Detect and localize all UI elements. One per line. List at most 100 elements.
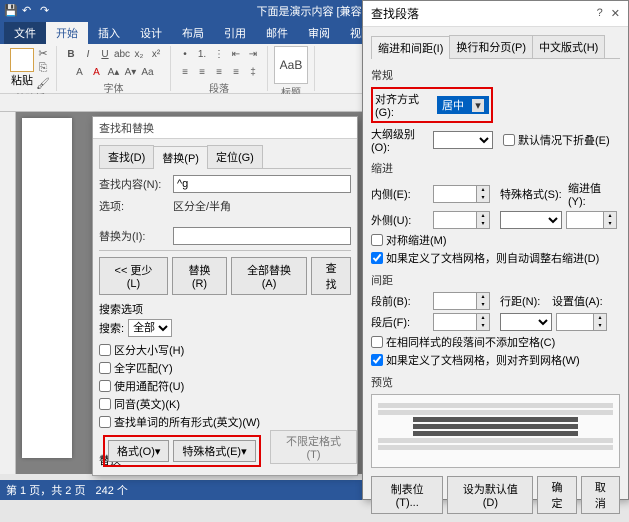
noformat-button: 不限定格式(T)	[270, 430, 357, 464]
help-icon[interactable]: ?	[597, 7, 603, 20]
bullets-button[interactable]: •	[177, 46, 193, 62]
tab-breaks[interactable]: 换行和分页(P)	[449, 35, 533, 58]
chk-wordforms[interactable]: 查找单词的所有形式(英文)(W)	[99, 414, 351, 430]
highlight-button[interactable]: A	[72, 64, 88, 80]
copy-icon[interactable]: ⎘	[36, 61, 50, 75]
ok-button[interactable]: 确定	[537, 476, 576, 514]
chk-snapgrid[interactable]: 如果定义了文档网格，则对齐到网格(W)	[371, 352, 620, 368]
document-page[interactable]	[22, 118, 72, 458]
findwhat-input[interactable]	[173, 175, 351, 193]
chk-case[interactable]: 区分大小写(H)	[99, 342, 351, 358]
clear-button[interactable]: Aa	[140, 64, 156, 80]
chk-autogrid[interactable]: 如果定义了文档网格，则自动调整右缩进(D)	[371, 250, 620, 266]
alignment-select[interactable]: 居中▾	[437, 96, 489, 114]
findnext-button[interactable]: 查找	[311, 257, 351, 295]
cut-icon[interactable]: ✂	[36, 46, 50, 60]
at-label: 设置值(A):	[552, 293, 606, 309]
strike-button[interactable]: abc	[114, 46, 130, 62]
close-icon[interactable]: ✕	[611, 7, 620, 20]
number-button[interactable]: 1.	[194, 46, 210, 62]
underline-button[interactable]: U	[97, 46, 113, 62]
italic-button[interactable]: I	[80, 46, 96, 62]
replacewith-input[interactable]	[173, 227, 351, 245]
tab-insert[interactable]: 插入	[88, 22, 130, 44]
status-words[interactable]: 242 个	[95, 482, 127, 498]
tab-file[interactable]: 文件	[4, 22, 46, 44]
tab-mail[interactable]: 邮件	[256, 22, 298, 44]
at-spin[interactable]: ▴▾	[556, 313, 607, 331]
alignr-button[interactable]: ≡	[211, 64, 227, 80]
findwhat-label: 查找内容(N):	[99, 176, 169, 192]
status-page[interactable]: 第 1 页，共 2 页	[6, 482, 85, 498]
by-spin[interactable]: ▴▾	[566, 211, 617, 229]
grow-button[interactable]: A▴	[106, 64, 122, 80]
tab-replace[interactable]: 替换(P)	[153, 146, 208, 169]
para-title: 查找段落	[371, 5, 419, 22]
tab-cjk[interactable]: 中文版式(H)	[532, 35, 605, 58]
shrink-button[interactable]: A▾	[123, 64, 139, 80]
indent-button[interactable]: ⇥	[245, 46, 261, 62]
tab-review[interactable]: 审阅	[298, 22, 340, 44]
tab-references[interactable]: 引用	[214, 22, 256, 44]
redo-icon[interactable]: ↷	[40, 4, 54, 18]
special-button[interactable]: 特殊格式(E)▾	[173, 440, 255, 462]
before-spin[interactable]: ▴▾	[433, 292, 490, 310]
less-button[interactable]: << 更少(L)	[99, 257, 168, 295]
chevron-down-icon: ▾	[472, 99, 484, 112]
indent-right-spin[interactable]: ▴▾	[433, 211, 490, 229]
undo-icon[interactable]: ↶	[22, 4, 36, 18]
dedent-button[interactable]: ⇤	[228, 46, 244, 62]
after-spin[interactable]: ▴▾	[433, 313, 490, 331]
paragraph-dialog: 查找段落 ? ✕ 缩进和间距(I) 换行和分页(P) 中文版式(H) 常规 对齐…	[362, 0, 629, 500]
default-button[interactable]: 设为默认值(D)	[447, 476, 533, 514]
indent-left-spin[interactable]: ▴▾	[433, 185, 490, 203]
style-heading[interactable]: AaB	[274, 46, 308, 84]
save-icon[interactable]: 💾	[4, 4, 18, 18]
group-paragraph: • 1. ⋮ ⇤ ⇥ ≡ ≡ ≡ ≡ ‡ 段落	[171, 46, 268, 91]
line-select[interactable]	[500, 313, 552, 331]
tabs-button[interactable]: 制表位(T)...	[371, 476, 443, 514]
tab-find[interactable]: 查找(D)	[99, 145, 154, 168]
tab-layout[interactable]: 布局	[172, 22, 214, 44]
tab-indent-spacing[interactable]: 缩进和间距(I)	[371, 36, 450, 59]
chk-whole[interactable]: 全字匹配(Y)	[99, 360, 351, 376]
outline-select[interactable]	[433, 131, 493, 149]
sup-button[interactable]: x²	[148, 46, 164, 62]
section-general: 常规	[371, 67, 620, 83]
paste-button[interactable]: 粘贴	[10, 48, 34, 88]
tab-home[interactable]: 开始	[46, 22, 88, 44]
search-label: 搜索:	[99, 320, 124, 336]
quickaccess[interactable]: 💾 ↶ ↷	[4, 4, 54, 18]
tab-goto[interactable]: 定位(G)	[207, 145, 263, 168]
special-label: 特殊格式(S):	[500, 186, 564, 202]
fontcolor-button[interactable]: A	[89, 64, 105, 80]
para-titlebar: 查找段落 ? ✕	[363, 1, 628, 27]
tab-design[interactable]: 设计	[130, 22, 172, 44]
chk-wildcards[interactable]: 使用通配符(U)	[99, 378, 351, 394]
special-select[interactable]	[500, 211, 562, 229]
bold-button[interactable]: B	[63, 46, 79, 62]
by-label: 缩进值(Y):	[568, 180, 618, 208]
alignl-button[interactable]: ≡	[177, 64, 193, 80]
alignj-button[interactable]: ≡	[228, 64, 244, 80]
cancel-button[interactable]: 取消	[581, 476, 620, 514]
chk-collapse[interactable]: 默认情况下折叠(E)	[503, 132, 610, 148]
chk-mirror[interactable]: 对称缩进(M)	[371, 232, 620, 248]
section-indent: 缩进	[371, 160, 620, 176]
find-dialog-title: 查找和替换	[93, 117, 357, 139]
multilevel-button[interactable]: ⋮	[211, 46, 227, 62]
paste-label: 粘贴	[11, 72, 33, 88]
group-styles: AaB 标题	[268, 46, 315, 91]
chk-sounds[interactable]: 同音(英文)(K)	[99, 396, 351, 412]
chk-nospace[interactable]: 在相同样式的段落间不添加空格(C)	[371, 334, 620, 350]
spacing-button[interactable]: ‡	[245, 64, 261, 80]
ruler-vertical[interactable]	[0, 112, 16, 474]
format-button[interactable]: 格式(O)▾	[108, 440, 169, 462]
options-value: 区分全/半角	[173, 198, 231, 214]
brush-icon[interactable]: 🖌	[36, 76, 50, 90]
alignc-button[interactable]: ≡	[194, 64, 210, 80]
search-direction[interactable]: 全部	[128, 319, 172, 337]
sub-button[interactable]: x₂	[131, 46, 147, 62]
replaceall-button[interactable]: 全部替换(A)	[231, 257, 307, 295]
replace-button[interactable]: 替换(R)	[172, 257, 227, 295]
